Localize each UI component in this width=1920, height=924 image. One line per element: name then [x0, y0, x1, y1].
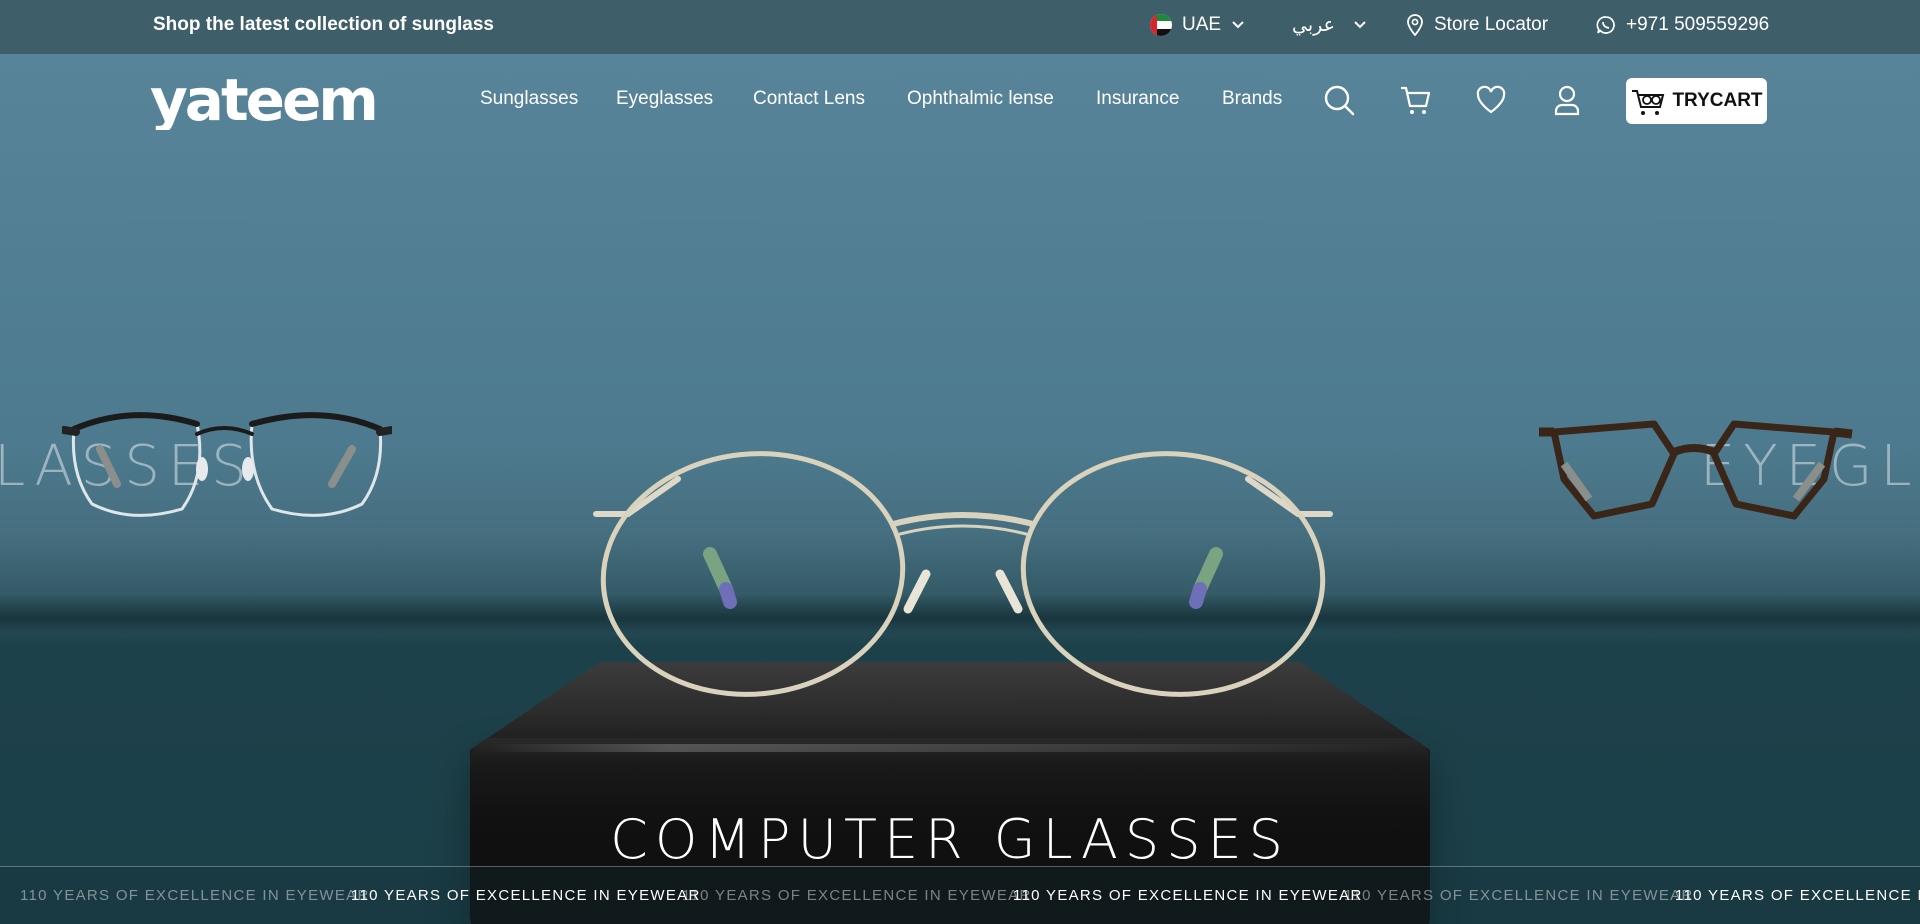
hero-banner: LASSES EYEGL COMPUTER GLASSES	[0, 54, 1920, 924]
logo-text: yateem	[150, 74, 376, 130]
trycart-button[interactable]: TRYCART	[1626, 78, 1767, 124]
search-icon[interactable]	[1323, 84, 1355, 116]
promo-text[interactable]: Shop the latest collection of sunglass	[153, 14, 494, 36]
whatsapp-contact-link[interactable]: +971 509559296	[1596, 14, 1769, 36]
nav-sunglasses[interactable]: Sunglasses	[480, 88, 578, 110]
country-label: UAE	[1182, 14, 1222, 35]
chevron-down-icon	[1232, 21, 1244, 29]
cart-icon[interactable]	[1399, 84, 1431, 116]
ticker-item: 110 YEARS OF EXCELLENCE IN EYEWEAR	[682, 887, 1032, 904]
ticker-item: 110 YEARS OF EXCELLENCE IN EYEWEAR	[1013, 887, 1363, 904]
ticker-item: 110 YEARS OF EXCELLENCE IN EYEWEAR	[20, 887, 370, 904]
hero-title: COMPUTER GLASSES	[610, 808, 1290, 871]
language-label: عربي	[1292, 14, 1335, 36]
ticker-item: 110 YEARS OF EXCELLENCE IN EYEWEAR	[351, 887, 701, 904]
map-pin-icon	[1407, 14, 1423, 36]
trycart-icon	[1632, 90, 1665, 115]
heart-icon[interactable]	[1475, 84, 1507, 116]
nav-insurance[interactable]: Insurance	[1096, 88, 1179, 110]
ticker-item: 110 YEARS OF EXCELLENCE IN EYEWEAR	[1344, 887, 1694, 904]
user-icon[interactable]	[1551, 84, 1583, 116]
right-glasses-image[interactable]	[1534, 404, 1854, 524]
nav-eyeglasses[interactable]: Eyeglasses	[616, 88, 713, 110]
trycart-label: TRYCART	[1672, 90, 1763, 111]
ticker-item: 110 YEARS OF EXCELLENCE IN EYEWEAR	[1675, 887, 1920, 904]
country-selector[interactable]: UAE	[1150, 14, 1245, 36]
nav-contact-lens[interactable]: Contact Lens	[753, 88, 865, 110]
nav-ophthalmic-lense[interactable]: Ophthalmic lense	[907, 88, 1054, 110]
phone-number: +971 509559296	[1626, 14, 1770, 35]
nav-brands[interactable]: Brands	[1222, 88, 1282, 110]
language-selector[interactable]: عربي	[1292, 14, 1367, 36]
chevron-down-icon	[1354, 21, 1366, 29]
left-glasses-image[interactable]	[62, 394, 392, 524]
featured-glasses-image[interactable]	[588, 394, 1338, 714]
yateem-logo[interactable]: yateem	[150, 74, 400, 130]
main-navigation: yateem Sunglasses Eyeglasses Contact Len…	[0, 54, 1920, 154]
excellence-ticker: 110 YEARS OF EXCELLENCE IN EYEWEAR 110 Y…	[0, 866, 1920, 924]
announcement-bar: Shop the latest collection of sunglass U…	[0, 0, 1920, 54]
whatsapp-icon	[1596, 16, 1615, 34]
store-locator-label: Store Locator	[1434, 14, 1549, 35]
uae-flag-icon	[1150, 14, 1172, 36]
store-locator-link[interactable]: Store Locator	[1406, 14, 1548, 36]
